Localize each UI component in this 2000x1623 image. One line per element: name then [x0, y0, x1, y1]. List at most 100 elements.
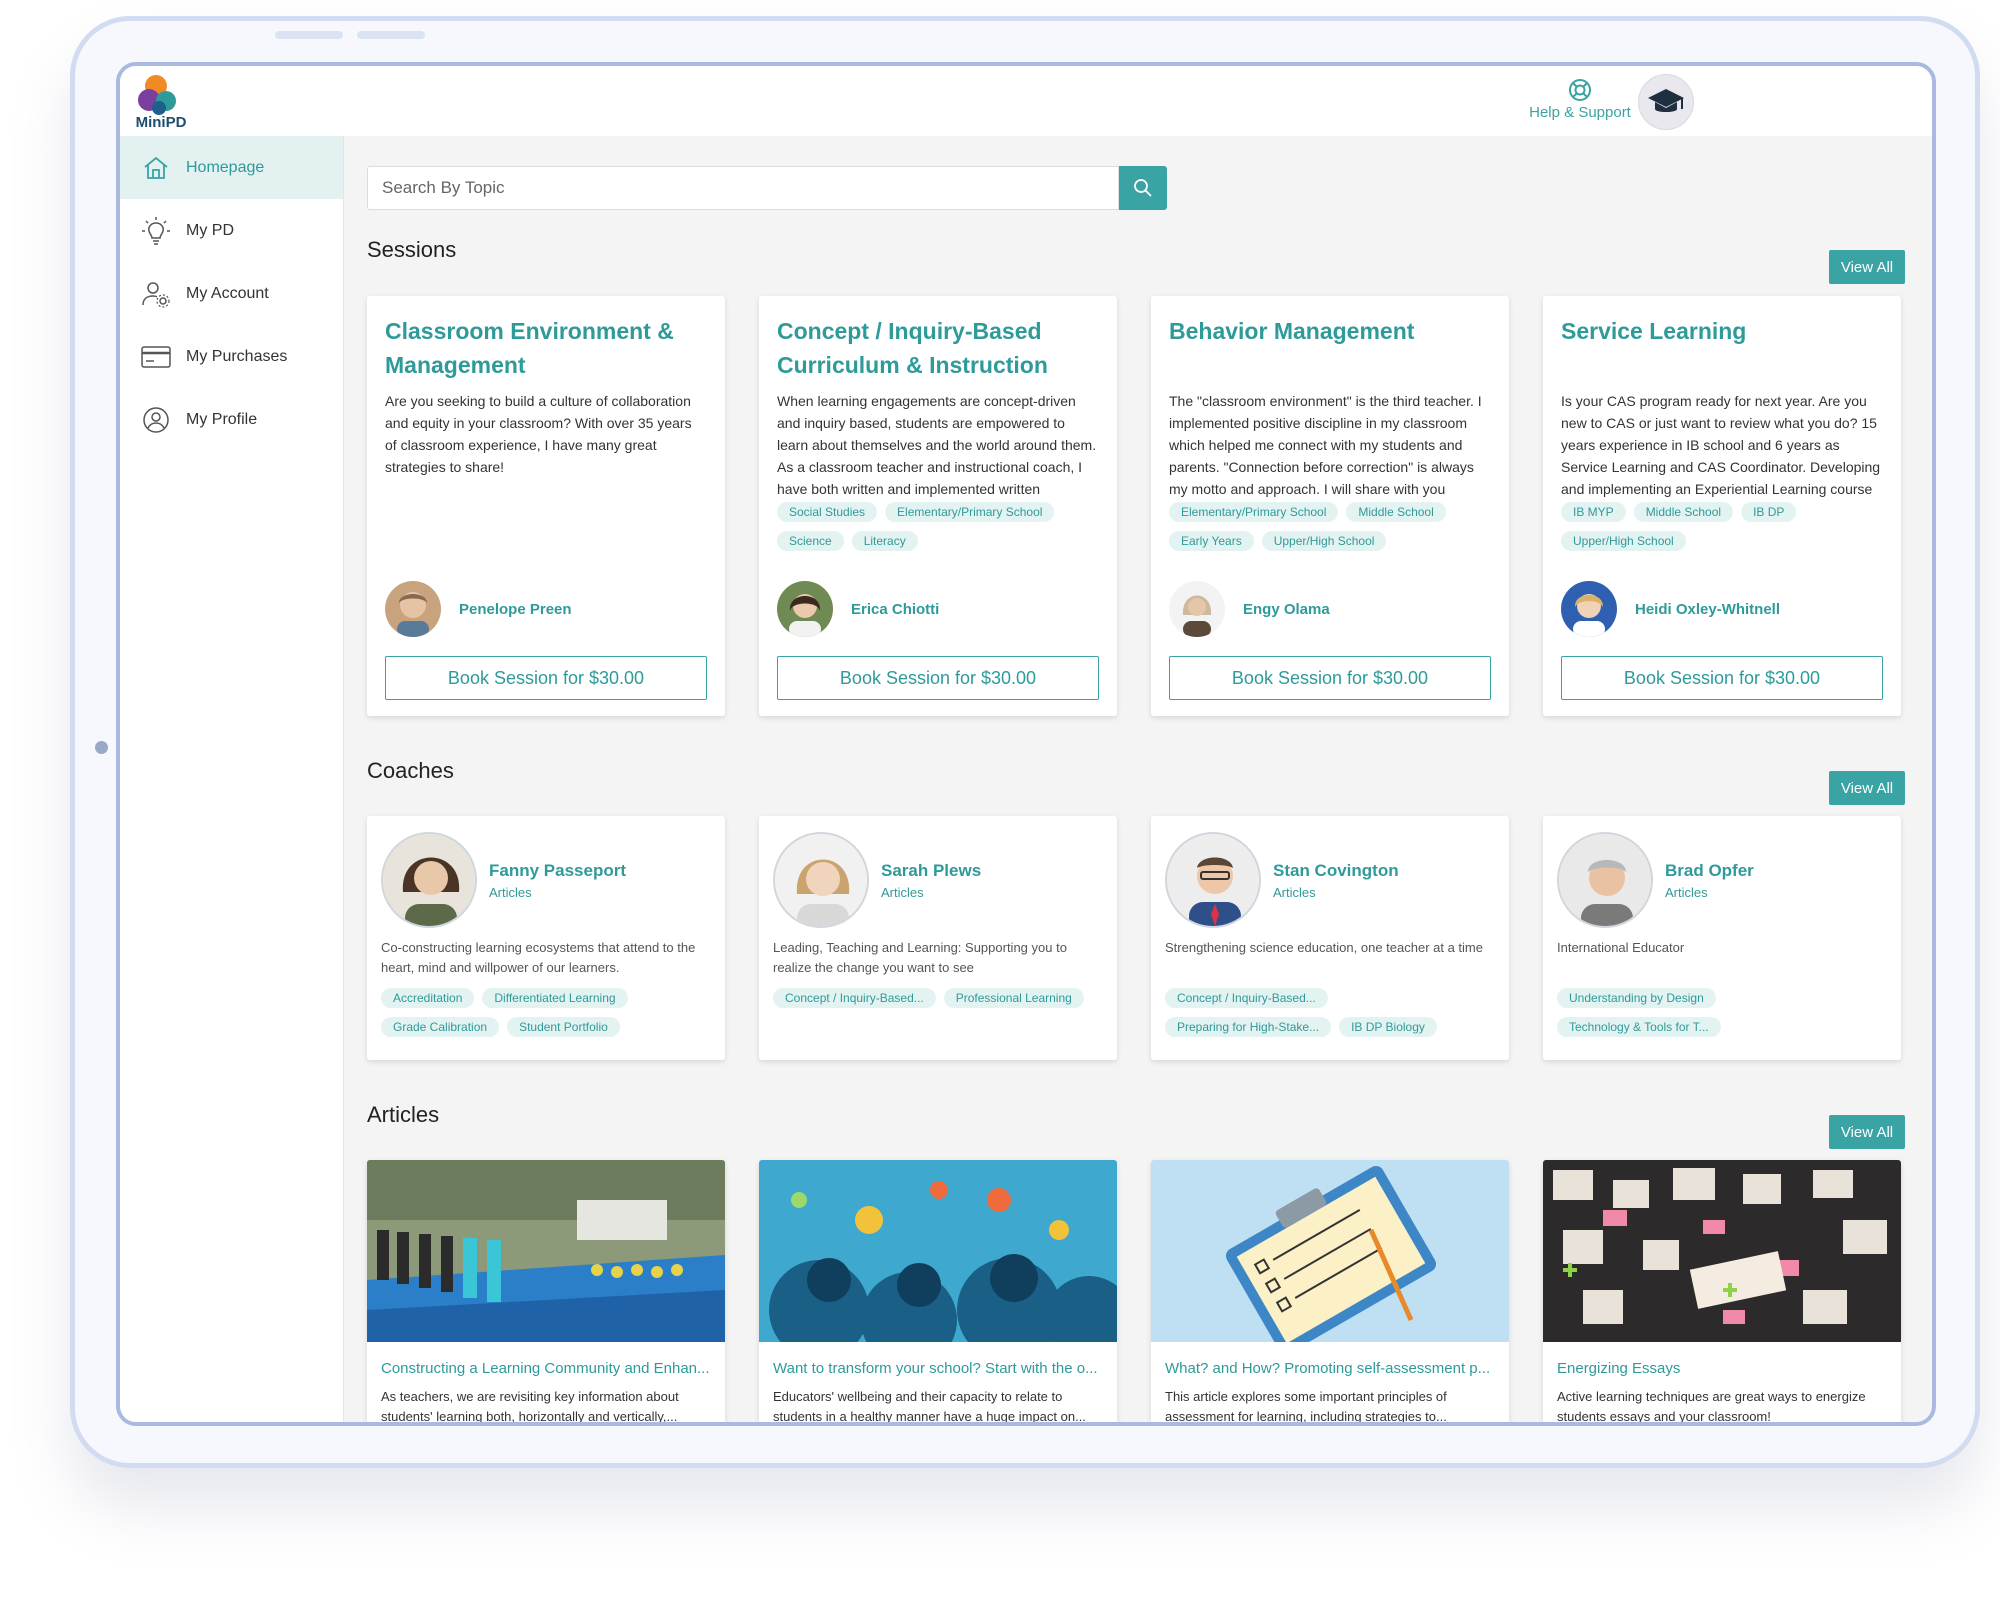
topic-tag[interactable]: Professional Learning: [943, 988, 1084, 1008]
topic-tag[interactable]: Middle School: [1346, 502, 1446, 522]
coach-articles-link[interactable]: Articles: [1273, 885, 1399, 900]
session-author[interactable]: Engy Olama: [1169, 581, 1330, 637]
coach-card[interactable]: Brad Opfer Articles International Educat…: [1543, 816, 1901, 1060]
session-tags: Social Studies Elementary/Primary School…: [777, 502, 1099, 554]
article-image[interactable]: [367, 1160, 725, 1342]
articles-view-all-button[interactable]: View All: [1829, 1115, 1905, 1149]
coach-description: Leading, Teaching and Learning: Supporti…: [773, 940, 1067, 975]
topic-tag[interactable]: Middle School: [1633, 502, 1734, 522]
coach-description: Strengthening science education, one tea…: [1165, 940, 1483, 955]
session-card[interactable]: Behavior Management The "classroom envir…: [1151, 296, 1509, 716]
session-title[interactable]: Behavior Management: [1169, 314, 1491, 382]
coach-card[interactable]: Stan Covington Articles Strengthening sc…: [1151, 816, 1509, 1060]
article-card[interactable]: Want to transform your school? Start wit…: [759, 1160, 1117, 1422]
coach-name[interactable]: Fanny Passeport: [489, 861, 626, 881]
session-title[interactable]: Service Learning: [1561, 314, 1883, 382]
sidebar-item-my-pd[interactable]: My PD: [120, 199, 343, 262]
articles-title: Articles: [367, 1102, 440, 1127]
book-session-button[interactable]: Book Session for $30.00: [1169, 656, 1491, 700]
search-button[interactable]: [1119, 166, 1167, 210]
help-support-link[interactable]: Help & Support: [1520, 78, 1640, 121]
coach-articles-link[interactable]: Articles: [1665, 885, 1754, 900]
coach-tags: Understanding by Design Technology & Too…: [1557, 988, 1887, 1040]
topic-tag[interactable]: Literacy: [851, 531, 918, 551]
coach-articles-link[interactable]: Articles: [489, 885, 626, 900]
topic-tag[interactable]: IB DP: [1741, 502, 1797, 522]
article-title[interactable]: Energizing Essays: [1543, 1360, 1901, 1377]
coach-card[interactable]: Sarah Plews Articles Leading, Teaching a…: [759, 816, 1117, 1060]
article-card[interactable]: What? and How? Promoting self-assessment…: [1151, 1160, 1509, 1424]
session-tags: [385, 502, 707, 554]
article-image[interactable]: [1543, 1160, 1901, 1342]
topic-tag[interactable]: Science: [777, 531, 844, 551]
sessions-view-all-button[interactable]: View All: [1829, 250, 1905, 284]
session-card[interactable]: Classroom Environment & Management Are y…: [367, 296, 725, 716]
search-icon: [1134, 179, 1152, 197]
session-author[interactable]: Heidi Oxley-Whitnell: [1561, 581, 1780, 637]
article-title[interactable]: What? and How? Promoting self-assessment…: [1151, 1360, 1509, 1377]
article-card[interactable]: Energizing Essays Active learning techni…: [1543, 1160, 1901, 1422]
topic-tag[interactable]: Social Studies: [777, 502, 878, 522]
topic-tag[interactable]: Differentiated Learning: [482, 988, 628, 1008]
topic-tag[interactable]: Grade Calibration: [381, 1017, 500, 1037]
article-title[interactable]: Constructing a Learning Community and En…: [367, 1360, 725, 1377]
user-avatar[interactable]: [1638, 74, 1694, 130]
session-card[interactable]: Concept / Inquiry-Based Curriculum & Ins…: [759, 296, 1117, 716]
coach-name[interactable]: Brad Opfer: [1665, 861, 1754, 881]
session-title[interactable]: Concept / Inquiry-Based Curriculum & Ins…: [777, 314, 1099, 382]
topic-tag[interactable]: Preparing for High-Stake...: [1165, 1017, 1332, 1037]
book-session-button[interactable]: Book Session for $30.00: [385, 656, 707, 700]
topic-tag[interactable]: Upper/High School: [1261, 531, 1387, 551]
session-title[interactable]: Classroom Environment & Management: [385, 314, 707, 382]
topic-tag[interactable]: Upper/High School: [1561, 531, 1686, 551]
lightbulb-icon: [140, 215, 172, 247]
topic-tag[interactable]: IB DP Biology: [1339, 1017, 1437, 1037]
topic-tag[interactable]: IB MYP: [1561, 502, 1626, 522]
topic-tag[interactable]: Student Portfolio: [507, 1017, 620, 1037]
article-description: This article explores some important pri…: [1165, 1389, 1447, 1424]
topic-tag[interactable]: Early Years: [1169, 531, 1254, 551]
session-description: Are you seeking to build a culture of co…: [385, 393, 692, 475]
sidebar-item-my-purchases[interactable]: My Purchases: [120, 325, 343, 388]
search-input[interactable]: [367, 166, 1119, 210]
session-description: When learning engagements are concept-dr…: [777, 393, 1097, 497]
topic-tag[interactable]: Understanding by Design: [1557, 988, 1716, 1008]
tablet-camera: [95, 741, 108, 754]
session-description: Is your CAS program ready for next year.…: [1561, 393, 1881, 497]
user-circle-icon: [140, 404, 172, 436]
coach-card[interactable]: Fanny Passeport Articles Co-constructing…: [367, 816, 725, 1060]
session-author[interactable]: Erica Chiotti: [777, 581, 939, 637]
author-avatar: [1169, 581, 1225, 637]
session-card[interactable]: Service Learning Is your CAS program rea…: [1543, 296, 1901, 716]
book-session-button[interactable]: Book Session for $30.00: [777, 656, 1099, 700]
sidebar-item-my-account[interactable]: My Account: [120, 262, 343, 325]
sidebar-item-my-profile[interactable]: My Profile: [120, 388, 343, 451]
sidebar-item-label: My Account: [186, 284, 269, 302]
topic-tag[interactable]: Technology & Tools for T...: [1557, 1017, 1721, 1037]
coach-avatar: [1557, 832, 1653, 928]
article-image[interactable]: [759, 1160, 1117, 1342]
article-title[interactable]: Want to transform your school? Start wit…: [759, 1360, 1117, 1377]
sidebar-item-homepage[interactable]: Homepage: [120, 136, 343, 199]
coach-name[interactable]: Sarah Plews: [881, 861, 981, 881]
topic-tag[interactable]: Concept / Inquiry-Based...: [773, 988, 936, 1008]
coach-articles-link[interactable]: Articles: [881, 885, 981, 900]
topic-tag[interactable]: Accreditation: [381, 988, 475, 1008]
session-author[interactable]: Penelope Preen: [385, 581, 572, 637]
coach-avatar: [381, 832, 477, 928]
tablet-button: [357, 31, 425, 39]
sidebar-item-label: My Purchases: [186, 347, 288, 365]
session-description: The "classroom environment" is the third…: [1169, 393, 1482, 497]
article-card[interactable]: Constructing a Learning Community and En…: [367, 1160, 725, 1422]
sessions-title: Sessions: [367, 237, 457, 262]
app-logo[interactable]: MiniPD: [126, 72, 196, 132]
topic-tag[interactable]: Elementary/Primary School: [885, 502, 1055, 522]
coaches-view-all-button[interactable]: View All: [1829, 771, 1905, 805]
logo-icon: [138, 75, 176, 115]
author-name: Engy Olama: [1243, 600, 1330, 618]
topic-tag[interactable]: Concept / Inquiry-Based...: [1165, 988, 1328, 1008]
article-image[interactable]: [1151, 1160, 1509, 1342]
coach-name[interactable]: Stan Covington: [1273, 861, 1399, 881]
book-session-button[interactable]: Book Session for $30.00: [1561, 656, 1883, 700]
topic-tag[interactable]: Elementary/Primary School: [1169, 502, 1339, 522]
